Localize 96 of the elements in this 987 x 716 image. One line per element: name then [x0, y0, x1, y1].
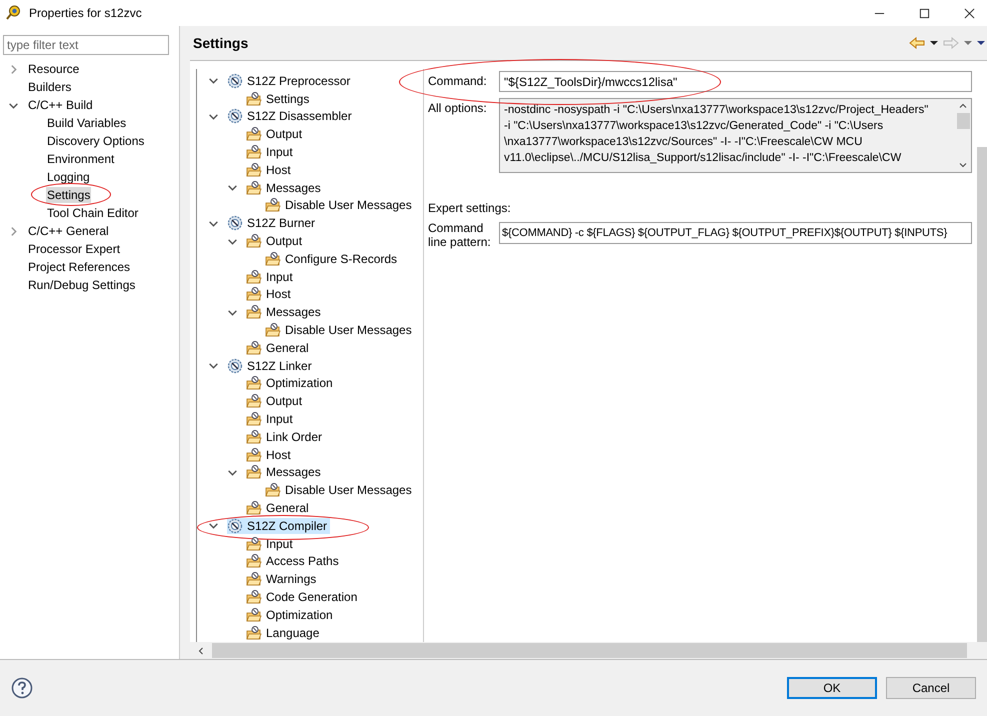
sidebar-item[interactable]: C/C++ Build [27, 97, 94, 113]
folder-icon [246, 304, 262, 320]
tree-item[interactable]: S12Z Linker [227, 358, 315, 374]
folder-icon [246, 268, 262, 285]
folder-icon [246, 446, 262, 463]
sidebar-item[interactable]: Project References [27, 259, 132, 275]
folder-icon [246, 571, 262, 588]
sidebar-item[interactable]: Environment [46, 151, 116, 167]
tree-item[interactable]: Output [246, 393, 306, 410]
view-menu-icon[interactable] [977, 40, 985, 46]
scrollbar-thumb[interactable] [212, 643, 967, 658]
all-options-field[interactable]: -nostdinc -nosyspath -i "C:\Users\nxa13777\workspace13\s12zvc/Project_Headers" -i "C:\Users\nxa13777\workspace13\s12zvc/Generated_Code" -i "C:\Users \nxa13777\workspace13\s12zvc/Sources" -I- -I"C:\Freescale\CW MCU v11.0\eclipse\../MCU/S12lisa_Support/s12lisac/include" -I- -I"C:\Freescale\CW [499, 98, 972, 173]
tree-item[interactable]: Input [246, 144, 296, 160]
folder-icon [246, 553, 262, 570]
all-options-label: All options: [428, 100, 488, 115]
tree-item[interactable]: Messages [246, 464, 324, 480]
folder-icon [246, 375, 262, 392]
tree-item[interactable]: Messages [246, 304, 324, 320]
sidebar-item[interactable]: C/C++ General [27, 223, 110, 239]
tree-item[interactable]: Input [246, 268, 296, 285]
tree-item[interactable]: S12Z Burner [227, 215, 318, 232]
sidebar-item[interactable]: Resource [27, 61, 80, 77]
dialog-button[interactable]: OK [787, 677, 877, 699]
scroll-left-icon[interactable] [196, 646, 206, 656]
folder-icon [246, 180, 262, 196]
tree-item[interactable]: Messages [246, 180, 324, 196]
folder-icon [246, 126, 262, 142]
tree-item[interactable]: Code Generation [246, 589, 360, 605]
tree-item[interactable]: Host [246, 446, 294, 463]
folder-icon [246, 464, 262, 480]
folder-icon [246, 500, 262, 516]
tree-item[interactable]: Output [246, 126, 306, 142]
tree-item[interactable]: Output [246, 233, 306, 250]
tree-item[interactable]: Settings [246, 90, 312, 107]
sidebar-item[interactable]: Tool Chain Editor [46, 205, 140, 221]
tree-item[interactable]: Configure S-Records [265, 250, 400, 267]
tree-item[interactable]: S12Z Preprocessor [227, 72, 354, 89]
folder-icon [246, 90, 262, 107]
folder-icon [246, 606, 262, 623]
sidebar-item[interactable]: Builders [27, 79, 72, 95]
sidebar-item[interactable]: Run/Debug Settings [27, 277, 136, 293]
command-label: Command: [428, 73, 488, 88]
folder-icon [246, 162, 262, 178]
command-line-pattern-field[interactable]: ${COMMAND} -c ${FLAGS} ${OUTPUT_FLAG} ${OUTPUT_PREFIX}${OUTPUT} ${INPUTS} [499, 222, 972, 244]
maximize-icon[interactable] [919, 8, 930, 18]
scrollbar-thumb[interactable] [977, 147, 987, 642]
command-line-pattern-label: Command line pattern: [428, 221, 492, 249]
scrollbar-thumb[interactable] [956, 113, 970, 129]
scroll-down-icon[interactable] [958, 160, 968, 170]
sidebar-item[interactable]: Settings [46, 187, 92, 203]
tree-item[interactable]: S12Z Disassembler [227, 108, 355, 124]
tree-item[interactable]: Input [246, 536, 296, 552]
folder-icon [246, 286, 262, 302]
folder-icon [265, 250, 281, 267]
expert-settings-heading: Expert settings: [428, 201, 512, 215]
tree-item[interactable]: Access Paths [246, 553, 342, 570]
sidebar-item[interactable]: Discovery Options [46, 133, 146, 149]
tree-item[interactable]: Disable User Messages [265, 197, 415, 214]
tree-item[interactable]: S12Z Compiler [227, 518, 330, 534]
tree-item[interactable]: General [246, 500, 312, 516]
folder-icon [246, 589, 262, 605]
tree-item[interactable]: Language [246, 624, 322, 641]
folder-icon [246, 144, 262, 160]
window-title: Properties for s12zvc [29, 6, 142, 20]
app-icon [5, 5, 21, 21]
folder-icon [246, 536, 262, 552]
folder-icon [246, 340, 262, 356]
close-icon[interactable] [964, 8, 975, 18]
folder-icon [246, 233, 262, 250]
tree-item[interactable]: Disable User Messages [265, 482, 415, 498]
folder-icon [246, 428, 262, 445]
folder-icon [246, 393, 262, 410]
back-arrow-icon[interactable] [909, 37, 925, 49]
folder-icon [265, 197, 281, 214]
dialog-button[interactable]: Cancel [886, 677, 976, 699]
tree-item[interactable]: Warnings [246, 571, 320, 588]
sidebar-item[interactable]: Build Variables [46, 115, 128, 131]
page-title: Settings [193, 35, 248, 51]
tree-item[interactable]: Disable User Messages [265, 322, 415, 338]
tree-item[interactable]: General [246, 340, 312, 356]
folder-icon [265, 322, 281, 338]
tree-item[interactable]: Optimization [246, 606, 336, 623]
folder-icon [265, 482, 281, 498]
tree-item[interactable]: Host [246, 286, 294, 302]
tree-item[interactable]: Host [246, 162, 294, 178]
folder-icon [246, 624, 262, 641]
sidebar-item[interactable]: Processor Expert [27, 241, 122, 257]
tree-item[interactable]: Optimization [246, 375, 336, 392]
tree-item[interactable]: Link Order [246, 428, 326, 445]
folder-icon [246, 411, 262, 428]
help-icon[interactable] [11, 677, 33, 699]
dropdown-icon[interactable] [930, 40, 938, 46]
filter-field[interactable]: type filter text [3, 35, 169, 55]
tree-item[interactable]: Input [246, 411, 296, 428]
command-field[interactable]: "${S12Z_ToolsDir}/mwccs12lisa" [499, 71, 972, 92]
sidebar-item[interactable]: Logging [46, 169, 91, 185]
